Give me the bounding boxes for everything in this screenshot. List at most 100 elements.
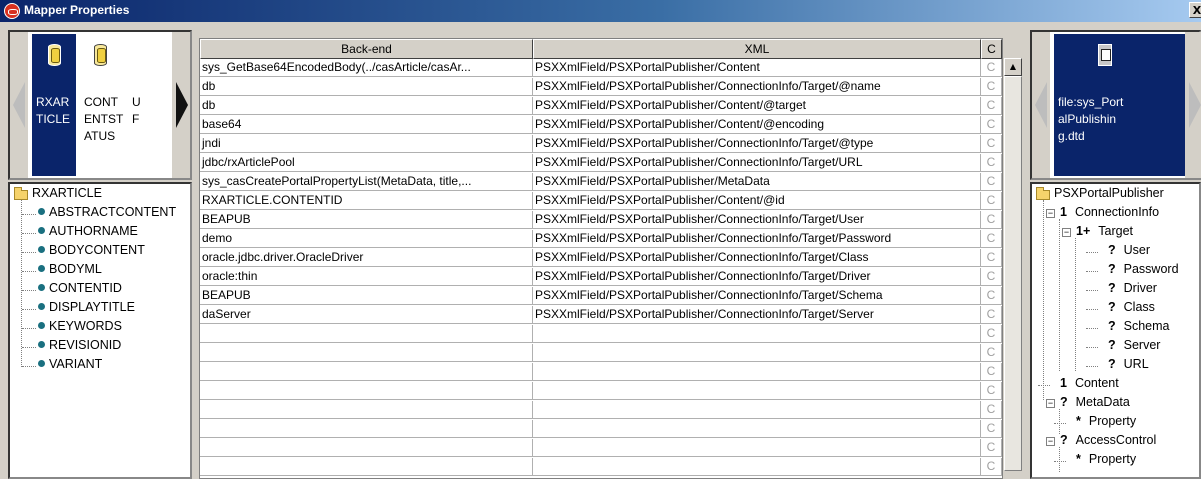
table-row[interactable]: db PSXXmlField/PSXPortalPublisher/Content… xyxy=(200,97,1002,115)
field-keywords[interactable]: KEYWORDS xyxy=(38,319,122,333)
table-row[interactable]: BEAPUB PSXXmlField/PSXPortalPublisher/Con… xyxy=(200,211,1002,229)
tree-node-property[interactable]: * Property xyxy=(1076,414,1136,428)
scroll-left-arrow[interactable] xyxy=(1032,32,1050,178)
xml-cell[interactable]: PSXXmlField/PSXPortalPublisher/Connectio… xyxy=(533,249,981,267)
condition-icon[interactable]: C xyxy=(981,439,1002,457)
table-row[interactable]: C xyxy=(200,458,1002,476)
table-row[interactable]: C xyxy=(200,363,1002,381)
table-row[interactable]: C xyxy=(200,344,1002,362)
xml-cell[interactable]: PSXXmlField/PSXPortalPublisher/Connectio… xyxy=(533,135,981,153)
backend-cell[interactable] xyxy=(200,401,533,419)
tree-node-target[interactable]: 1+ Target xyxy=(1076,224,1133,238)
condition-icon[interactable]: C xyxy=(981,97,1002,115)
tree-node-psxportalpublisher[interactable]: PSXPortalPublisher xyxy=(1054,186,1164,200)
field-variant[interactable]: VARIANT xyxy=(38,357,102,371)
table-row[interactable]: C xyxy=(200,439,1002,457)
source-tile-uf[interactable]: UF xyxy=(128,34,172,176)
backend-cell[interactable]: db xyxy=(200,97,533,115)
table-row[interactable]: RXARTICLE.CONTENTID PSXXmlField/PSXPortal… xyxy=(200,192,1002,210)
tree-node-content[interactable]: 1 Content xyxy=(1060,376,1119,390)
xml-cell[interactable] xyxy=(533,439,981,457)
backend-cell[interactable]: db xyxy=(200,78,533,96)
backend-cell[interactable]: oracle:thin xyxy=(200,268,533,286)
condition-icon[interactable]: C xyxy=(981,173,1002,191)
backend-cell[interactable] xyxy=(200,420,533,438)
backend-cell[interactable] xyxy=(200,458,533,476)
field-contentid[interactable]: CONTENTID xyxy=(38,281,122,295)
field-authorname[interactable]: AUTHORNAME xyxy=(38,224,138,238)
table-row[interactable]: sys_casCreatePortalPropertyList(MetaData… xyxy=(200,173,1002,191)
backend-cell[interactable] xyxy=(200,325,533,343)
source-tile-rxarticle[interactable]: RXARTICLE xyxy=(32,34,76,176)
tree-node-user[interactable]: ? User xyxy=(1108,243,1150,257)
table-row[interactable]: C xyxy=(200,401,1002,419)
column-header-condition[interactable]: C xyxy=(981,39,1002,59)
xml-cell[interactable]: PSXXmlField/PSXPortalPublisher/Connectio… xyxy=(533,211,981,229)
condition-icon[interactable]: C xyxy=(981,135,1002,153)
condition-icon[interactable]: C xyxy=(981,325,1002,343)
condition-icon[interactable]: C xyxy=(981,268,1002,286)
condition-icon[interactable]: C xyxy=(981,230,1002,248)
condition-icon[interactable]: C xyxy=(981,211,1002,229)
condition-icon[interactable]: C xyxy=(981,401,1002,419)
collapse-icon[interactable]: − xyxy=(1046,399,1055,408)
scrollbar-thumb[interactable] xyxy=(1004,76,1022,471)
column-header-backend[interactable]: Back-end xyxy=(200,39,533,59)
xml-cell[interactable]: PSXXmlField/PSXPortalPublisher/Connectio… xyxy=(533,268,981,286)
field-revisionid[interactable]: REVISIONID xyxy=(38,338,121,352)
close-button[interactable]: X xyxy=(1189,2,1201,18)
xml-cell[interactable] xyxy=(533,401,981,419)
xml-cell[interactable] xyxy=(533,344,981,362)
xml-cell[interactable]: PSXXmlField/PSXPortalPublisher/Connectio… xyxy=(533,78,981,96)
condition-icon[interactable]: C xyxy=(981,420,1002,438)
condition-icon[interactable]: C xyxy=(981,306,1002,324)
tree-node-connectioninfo[interactable]: 1 ConnectionInfo xyxy=(1060,205,1159,219)
xml-cell[interactable] xyxy=(533,382,981,400)
table-row[interactable]: demo PSXXmlField/PSXPortalPublisher/Conne… xyxy=(200,230,1002,248)
table-row[interactable]: oracle:thin PSXXmlField/PSXPortalPublishe… xyxy=(200,268,1002,286)
target-tile-dtd[interactable]: file:sys_PortalPublishing.dtd xyxy=(1054,34,1190,176)
tree-node-accesscontrol[interactable]: ? AccessControl xyxy=(1060,433,1156,447)
table-row[interactable]: C xyxy=(200,325,1002,343)
tree-node-schema[interactable]: ? Schema xyxy=(1108,319,1170,333)
backend-cell[interactable]: sys_casCreatePortalPropertyList(MetaData… xyxy=(200,173,533,191)
condition-icon[interactable]: C xyxy=(981,287,1002,305)
collapse-icon[interactable]: − xyxy=(1046,209,1055,218)
tree-node-url[interactable]: ? URL xyxy=(1108,357,1149,371)
condition-icon[interactable]: C xyxy=(981,116,1002,134)
backend-cell[interactable]: daServer xyxy=(200,306,533,324)
condition-icon[interactable]: C xyxy=(981,78,1002,96)
condition-icon[interactable]: C xyxy=(981,382,1002,400)
condition-icon[interactable]: C xyxy=(981,458,1002,476)
backend-cell[interactable]: oracle.jdbc.driver.OracleDriver xyxy=(200,249,533,267)
backend-cell[interactable]: demo xyxy=(200,230,533,248)
title-bar[interactable]: Mapper Properties X xyxy=(0,0,1201,22)
table-row[interactable]: jdbc/rxArticlePool PSXXmlField/PSXPortalP… xyxy=(200,154,1002,172)
xml-cell[interactable]: PSXXmlField/PSXPortalPublisher/Content/@… xyxy=(533,116,981,134)
xml-cell[interactable] xyxy=(533,420,981,438)
condition-icon[interactable]: C xyxy=(981,59,1002,77)
condition-icon[interactable]: C xyxy=(981,154,1002,172)
table-row[interactable]: jndi PSXXmlField/PSXPortalPublisher/Conne… xyxy=(200,135,1002,153)
xml-cell[interactable]: PSXXmlField/PSXPortalPublisher/Connectio… xyxy=(533,287,981,305)
field-bodyml[interactable]: BODYML xyxy=(38,262,102,276)
xml-cell[interactable] xyxy=(533,325,981,343)
source-tile-contentstatus[interactable]: CONTENTSTATUS xyxy=(80,34,126,176)
tree-node-password[interactable]: ? Password xyxy=(1108,262,1179,276)
backend-cell[interactable]: base64 xyxy=(200,116,533,134)
backend-cell[interactable]: BEAPUB xyxy=(200,287,533,305)
backend-cell[interactable]: sys_GetBase64EncodedBody(../casArticle/c… xyxy=(200,59,533,77)
backend-cell[interactable] xyxy=(200,363,533,381)
scroll-right-arrow[interactable] xyxy=(172,32,190,178)
xml-cell[interactable]: PSXXmlField/PSXPortalPublisher/Connectio… xyxy=(533,230,981,248)
condition-icon[interactable]: C xyxy=(981,249,1002,267)
tree-node-server[interactable]: ? Server xyxy=(1108,338,1160,352)
field-displaytitle[interactable]: DISPLAYTITLE xyxy=(38,300,135,314)
field-bodycontent[interactable]: BODYCONTENT xyxy=(38,243,145,257)
collapse-icon[interactable]: − xyxy=(1046,437,1055,446)
xml-cell[interactable]: PSXXmlField/PSXPortalPublisher/Content xyxy=(533,59,981,77)
xml-cell[interactable]: PSXXmlField/PSXPortalPublisher/Connectio… xyxy=(533,306,981,324)
field-abstractcontent[interactable]: ABSTRACTCONTENT xyxy=(38,205,176,219)
xml-cell[interactable]: PSXXmlField/PSXPortalPublisher/Content/@… xyxy=(533,192,981,210)
collapse-icon[interactable]: − xyxy=(1062,228,1071,237)
